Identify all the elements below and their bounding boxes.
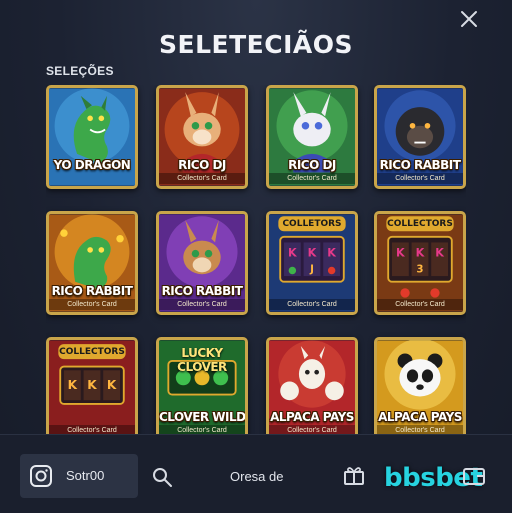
- username: Sotr00: [66, 468, 105, 483]
- page-title: SELETECIÃOS: [159, 30, 353, 59]
- card-rico-rabbit-3[interactable]: RICO RABBIT Collector's Card: [156, 211, 248, 315]
- profile-button[interactable]: Sotr00: [20, 454, 138, 498]
- card-badge: COLLECTORS: [59, 347, 125, 357]
- bottom-bar: Sotr00 Oresa de bbsbet: [0, 434, 512, 513]
- close-button[interactable]: [458, 8, 480, 30]
- card-rico-dj-2[interactable]: RICO DJ Collector's Card: [266, 85, 358, 189]
- card-yo-dragon[interactable]: YO DRAGON: [46, 85, 138, 189]
- card-subtitle: Collector's Card: [159, 173, 245, 184]
- svg-text:K: K: [327, 246, 337, 259]
- svg-text:K: K: [308, 246, 318, 259]
- instagram-icon: [30, 465, 52, 487]
- gift-icon[interactable]: [342, 463, 366, 487]
- card-subtitle: Collector's Card: [269, 299, 355, 310]
- card-badge: COLLETORS: [282, 219, 342, 229]
- svg-text:K: K: [107, 378, 117, 392]
- card-rico-dj-1[interactable]: RICO DJ Collector's Card: [156, 85, 248, 189]
- card-title: RICO RABBIT: [379, 158, 461, 172]
- card-rico-rabbit-2[interactable]: RICO RABBIT Collector's Card: [46, 211, 138, 315]
- card-grid: YO DRAGON RICO DJ Collector's Card RICO …: [46, 85, 466, 435]
- svg-text:K: K: [87, 378, 97, 392]
- card-title: RICO RABBIT: [51, 284, 133, 298]
- svg-text:K: K: [435, 246, 445, 259]
- card-collectors-red-slot[interactable]: K K K COLLECTORS Collector's Card: [46, 337, 138, 435]
- card-collectors-slot[interactable]: K K K 3 COLLECTORS Collector's Card: [374, 211, 466, 315]
- card-clover-wild[interactable]: LUCKY CLOVER CLOVER WILD Collector's Car…: [156, 337, 248, 435]
- card-badge: LUCKY CLOVER: [177, 346, 227, 374]
- card-title: YO DRAGON: [53, 158, 131, 172]
- card-subtitle: Collector's Card: [377, 173, 463, 184]
- card-title: CLOVER WILD: [159, 410, 246, 424]
- card-badge: COLLECTORS: [387, 219, 453, 229]
- section-label: SELEÇÕES: [46, 64, 114, 78]
- svg-text:3: 3: [416, 263, 423, 275]
- svg-text:K: K: [416, 246, 426, 259]
- svg-text:K: K: [288, 246, 298, 259]
- card-title: RICO DJ: [178, 158, 226, 172]
- card-subtitle: Collector's Card: [377, 299, 463, 310]
- card-alpaca-pays-1[interactable]: ALPACA PAYS Collector's Card: [266, 337, 358, 435]
- card-title: ALPACA PAYS: [270, 410, 354, 424]
- card-title: RICO RABBIT: [161, 284, 243, 298]
- card-subtitle: Collector's Card: [49, 299, 135, 310]
- card-title: RICO DJ: [288, 158, 336, 172]
- close-icon: [461, 11, 477, 27]
- card-subtitle: Collector's Card: [269, 173, 355, 184]
- card-subtitle: Collector's Card: [159, 299, 245, 310]
- card-alpaca-pays-2[interactable]: ALPACA PAYS Collector's Card: [374, 337, 466, 435]
- card-rico-rabbit-1[interactable]: RICO RABBIT Collector's Card: [374, 85, 466, 189]
- card-colletors-slot[interactable]: K K K J COLLETORS Collector's Card: [266, 211, 358, 315]
- svg-text:K: K: [396, 246, 406, 259]
- wallet-icon[interactable]: [462, 465, 486, 487]
- svg-text:K: K: [68, 378, 78, 392]
- menu-link[interactable]: Oresa de: [230, 469, 283, 484]
- search-icon[interactable]: [150, 465, 174, 489]
- card-title: ALPACA PAYS: [378, 410, 462, 424]
- svg-text:J: J: [309, 263, 314, 275]
